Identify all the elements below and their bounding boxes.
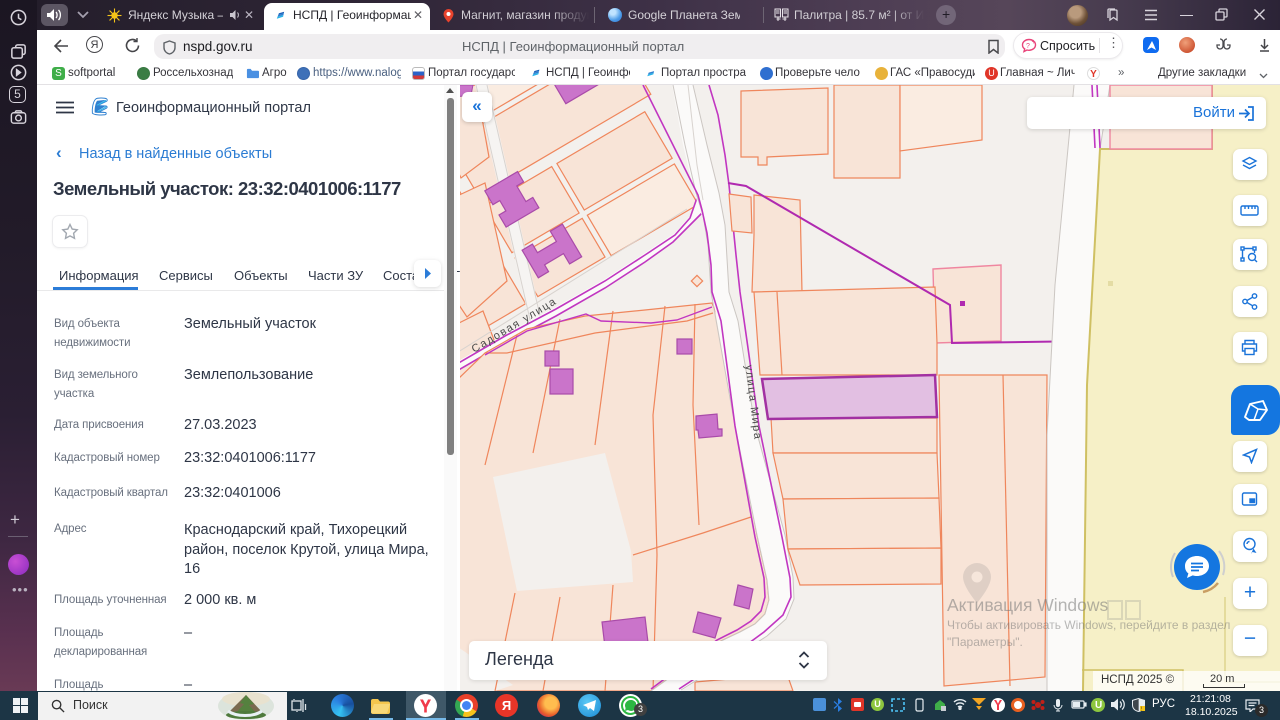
svg-text:?: ? [1026, 43, 1030, 50]
svg-text:+: + [1032, 39, 1036, 46]
svg-text:!: ! [1141, 707, 1142, 713]
